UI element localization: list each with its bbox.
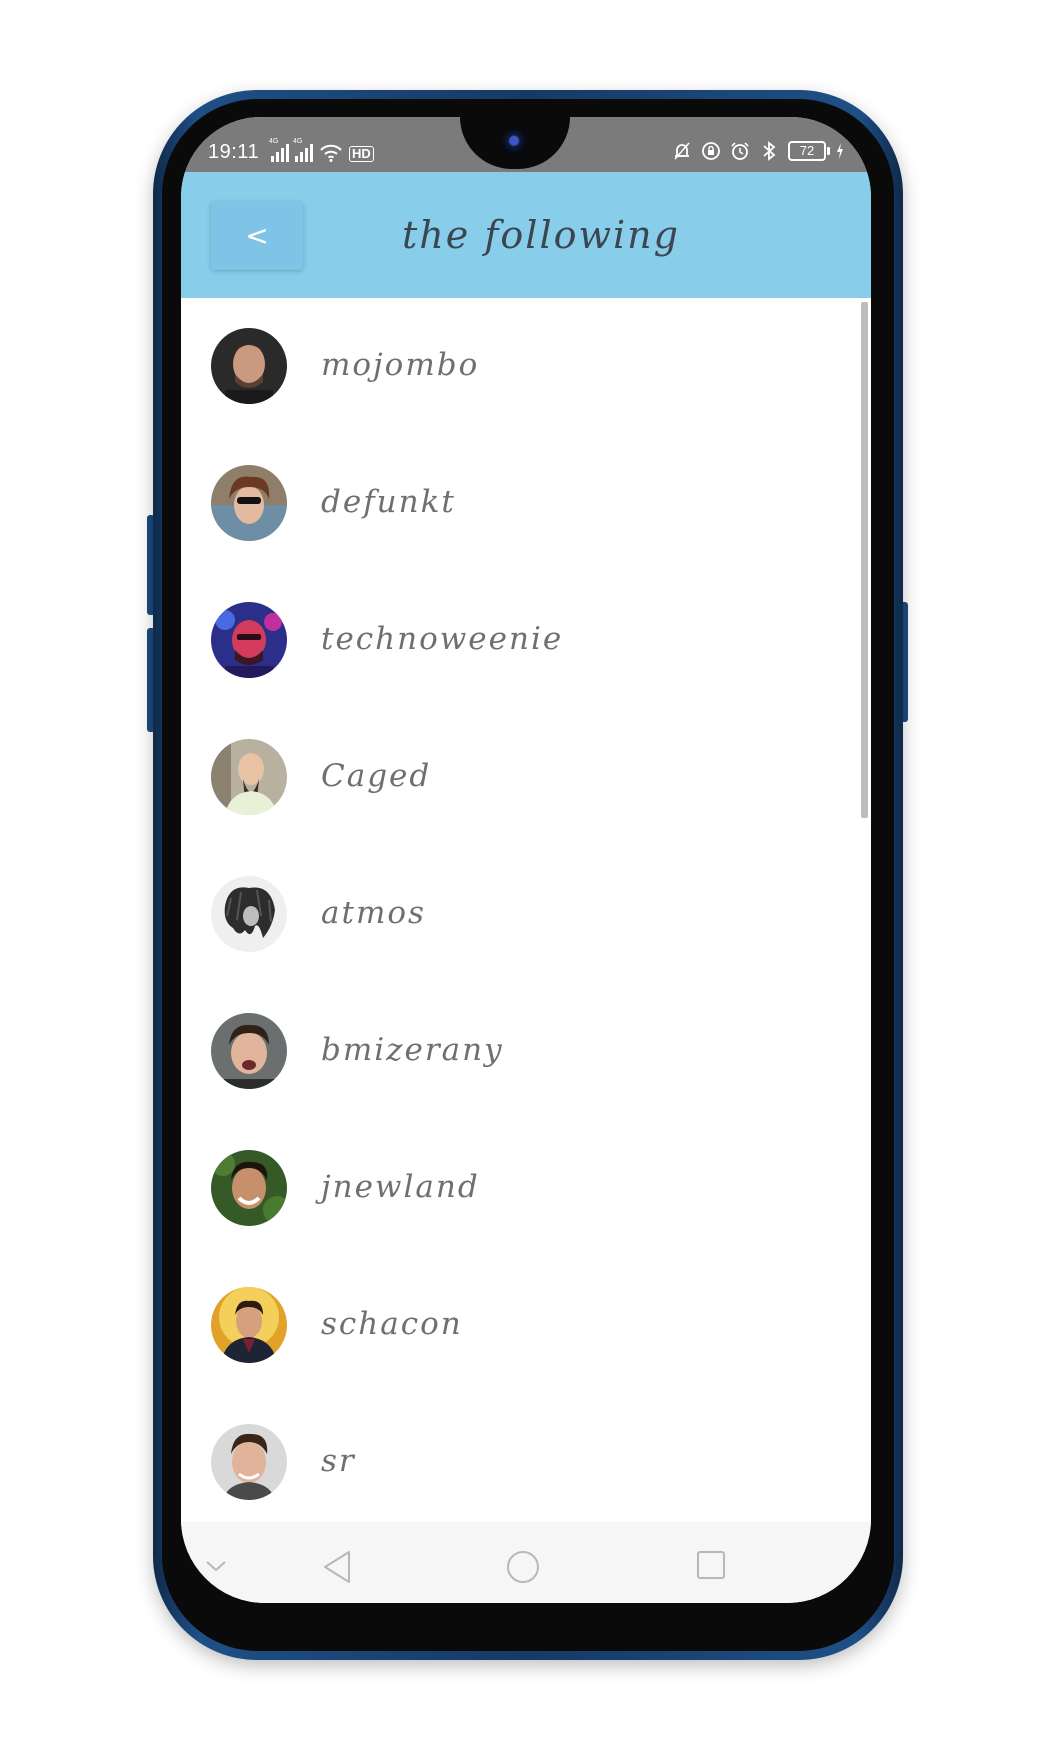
- list-item[interactable]: defunkt: [181, 435, 851, 572]
- front-camera: [501, 129, 527, 155]
- username: defunkt: [321, 484, 456, 520]
- recent-square-icon[interactable]: [696, 1550, 726, 1584]
- list-item[interactable]: technoweenie: [181, 572, 851, 709]
- user-avatar: [211, 328, 287, 404]
- list-item[interactable]: atmos: [181, 846, 851, 983]
- list-item[interactable]: bmizerany: [181, 983, 851, 1120]
- alarm-icon: [730, 141, 750, 161]
- page-title: the following: [402, 213, 680, 257]
- battery-icon: 72: [788, 141, 830, 161]
- status-time: 19:11: [208, 141, 260, 163]
- username: technoweenie: [321, 621, 564, 657]
- username: atmos: [321, 895, 426, 931]
- user-avatar: [211, 739, 287, 815]
- username: sr: [321, 1443, 356, 1479]
- list-item[interactable]: mojombo: [181, 298, 851, 435]
- user-avatar: [211, 876, 287, 952]
- system-nav-bar: [181, 1522, 871, 1603]
- list-item[interactable]: Caged: [181, 709, 851, 846]
- username: Caged: [321, 758, 432, 794]
- wifi-icon: [319, 142, 343, 162]
- user-avatar: [211, 602, 287, 678]
- user-avatar: [211, 465, 287, 541]
- list-item[interactable]: sr: [181, 1394, 851, 1522]
- list-item[interactable]: schacon: [181, 1257, 851, 1394]
- username: jnewland: [321, 1169, 480, 1205]
- phone-screen: 19:11 4G 4G HD 72 < the following mojomb…: [181, 117, 871, 1603]
- username: mojombo: [321, 347, 480, 383]
- charging-icon: [835, 141, 845, 161]
- username: bmizerany: [321, 1032, 504, 1068]
- chevron-down-icon[interactable]: [205, 1558, 227, 1578]
- home-circle-icon[interactable]: [506, 1550, 540, 1588]
- network-type-label: 4G: [269, 138, 279, 145]
- scrollbar[interactable]: [861, 302, 868, 818]
- user-avatar: [211, 1424, 287, 1500]
- status-left-icons: 4G 4G HD: [269, 138, 374, 162]
- user-avatar: [211, 1287, 287, 1363]
- back-triangle-icon[interactable]: [322, 1550, 352, 1588]
- app-header: < the following: [181, 172, 871, 298]
- network-type-label: 4G: [293, 138, 303, 145]
- status-right-icons: 72: [672, 139, 845, 163]
- signal-icon: 4G: [293, 138, 313, 162]
- bluetooth-icon: [759, 141, 779, 161]
- list-item[interactable]: jnewland: [181, 1120, 851, 1257]
- user-avatar: [211, 1150, 287, 1226]
- hd-voice-icon: HD: [349, 146, 374, 162]
- back-button[interactable]: <: [211, 202, 303, 270]
- mute-bell-icon: [672, 141, 692, 161]
- user-avatar: [211, 1013, 287, 1089]
- signal-icon: 4G: [269, 138, 289, 162]
- username: schacon: [321, 1306, 463, 1342]
- following-list[interactable]: mojombo defunkt technoweenie Caged atmos…: [181, 298, 871, 1522]
- lock-rotation-icon: [701, 141, 721, 161]
